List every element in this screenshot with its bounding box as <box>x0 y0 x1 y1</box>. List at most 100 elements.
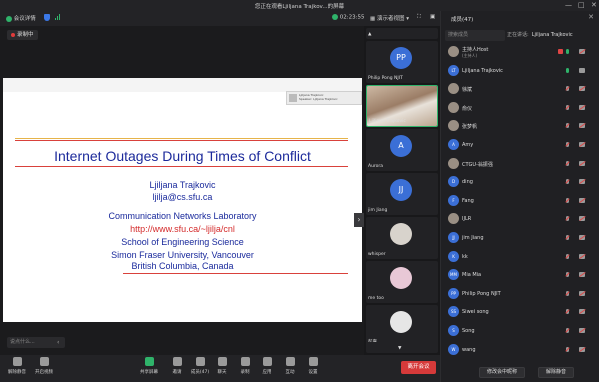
camera-off-icon[interactable] <box>579 160 585 166</box>
mic-muted-icon[interactable] <box>566 123 569 129</box>
meeting-details-button[interactable]: 会议详情 <box>6 14 36 22</box>
video-tile[interactable]: A Aurora <box>366 129 438 171</box>
camera-off-icon[interactable] <box>579 142 585 147</box>
participant-row[interactable]: MM Mia Mia <box>441 268 599 282</box>
timer-icon <box>332 14 338 20</box>
video-tile[interactable]: JJ jim Jiang <box>366 173 438 215</box>
video-tile[interactable]: whisper <box>366 217 438 259</box>
presentation-slide: Ljiljana Trajkovic Speaker: Ljiljana Tra… <box>3 78 362 322</box>
participant-row[interactable]: A Amy <box>441 138 599 152</box>
mic-icon[interactable] <box>566 67 569 73</box>
camera-off-icon[interactable] <box>579 253 585 259</box>
toolbar-button-2[interactable]: 共享屏幕 <box>138 357 160 375</box>
video-tile-scroll-down[interactable]: ▼ <box>366 342 438 353</box>
avatar: JJ <box>448 232 459 243</box>
participant-row[interactable]: 俞仪 <box>441 101 599 115</box>
camera-off-icon[interactable] <box>579 86 585 92</box>
maximize-icon[interactable]: □ <box>578 1 585 9</box>
mic-muted-icon[interactable] <box>566 309 569 315</box>
mic-muted-icon[interactable] <box>566 290 569 296</box>
minimize-icon[interactable]: — <box>565 1 572 9</box>
participant-name: 主持人Host (主持人) <box>462 46 488 59</box>
mic-muted-icon[interactable] <box>566 104 569 110</box>
mic-muted-icon[interactable] <box>566 346 569 352</box>
mic-icon[interactable] <box>566 49 569 54</box>
fullscreen-icon[interactable]: ⛶ <box>417 14 421 21</box>
video-tile-collapse[interactable]: ▲ <box>366 28 438 39</box>
participant-row[interactable]: IJLR <box>441 212 599 226</box>
participant-name: 张梦帆 <box>462 123 477 130</box>
recording-dot-icon <box>11 32 15 37</box>
participant-name-text: jim Jiang <box>462 235 484 241</box>
unmute-all-button[interactable]: 解除静音 <box>538 367 575 378</box>
mic-muted-icon[interactable] <box>566 253 569 259</box>
participant-name: kk <box>462 254 468 260</box>
close-window-icon[interactable]: ✕ <box>591 1 597 9</box>
toolbar-button-0[interactable]: 解除静音 <box>6 357 28 375</box>
toolbar-button-8[interactable]: 互动 <box>279 357 301 375</box>
participant-row[interactable]: Kkk <box>441 250 599 264</box>
camera-off-icon[interactable] <box>579 49 585 54</box>
mic-muted-icon[interactable] <box>566 86 569 92</box>
video-tile[interactable]: PP Philip Pong NJIT <box>366 41 438 83</box>
member-search-input[interactable]: 搜索成员 <box>445 30 505 41</box>
toolbar-button-1[interactable]: 开启视频 <box>33 357 55 375</box>
mic-muted-icon[interactable] <box>566 216 569 222</box>
camera-icon[interactable] <box>579 67 585 73</box>
camera-off-icon[interactable] <box>579 272 585 278</box>
mic-muted-icon[interactable] <box>566 272 569 278</box>
toolbar-button-6[interactable]: 录制 <box>234 357 256 375</box>
camera-off-icon[interactable] <box>579 346 585 352</box>
rename-button[interactable]: 修改会中昵称 <box>479 367 526 378</box>
participant-name: Song <box>462 328 475 334</box>
toolbar-button-7[interactable]: 应用 <box>256 357 278 375</box>
security-shield-icon[interactable] <box>44 14 50 21</box>
participant-row[interactable]: CTGU-翁振强 <box>441 157 599 171</box>
participant-name-text: Fang <box>462 197 474 204</box>
camera-off-icon[interactable] <box>579 216 585 222</box>
mic-muted-icon[interactable] <box>566 142 569 147</box>
mic-muted-icon[interactable] <box>566 179 569 185</box>
video-tile[interactable]: 彭嘉 <box>366 305 438 347</box>
layout-icon[interactable]: ▣ <box>430 14 435 20</box>
mic-muted-icon[interactable] <box>566 197 569 203</box>
recording-badge[interactable]: 录制中 <box>7 30 38 40</box>
toolbar-button-3[interactable]: 邀请 <box>166 357 188 375</box>
chat-collapse-icon[interactable]: ‹ <box>57 337 65 348</box>
camera-off-icon[interactable] <box>579 235 585 240</box>
mic-muted-icon[interactable] <box>566 160 569 166</box>
participant-row[interactable]: SS Siwei song <box>441 305 599 319</box>
toolbar-button-9[interactable]: 设置 <box>302 357 324 375</box>
camera-off-icon[interactable] <box>579 309 585 315</box>
close-panel-icon[interactable]: ✕ <box>588 13 594 21</box>
avatar <box>448 101 459 113</box>
camera-off-icon[interactable] <box>579 328 585 333</box>
video-tile-active-speaker[interactable]: Ljiljana Trajkovic <box>366 85 438 127</box>
camera-off-icon[interactable] <box>579 197 585 203</box>
camera-off-icon[interactable] <box>579 123 585 129</box>
camera-off-icon[interactable] <box>579 290 585 296</box>
participant-row[interactable]: 张梦帆 <box>441 119 599 133</box>
camera-off-icon[interactable] <box>579 179 585 185</box>
participant-row[interactable]: S Song <box>441 324 599 338</box>
participant-row[interactable]: JJ jim Jiang <box>441 231 599 245</box>
toolbar-button-4[interactable]: 成员(47) <box>189 357 211 375</box>
camera-off-icon[interactable] <box>579 104 585 110</box>
leave-meeting-button[interactable]: 离开会议 <box>401 361 436 374</box>
next-page-arrow-icon[interactable]: › <box>354 213 364 227</box>
participant-row[interactable]: F Fang <box>441 194 599 208</box>
participant-row[interactable]: Wwang <box>441 343 599 357</box>
participant-row[interactable]: LT Ljiljana Trajkovic <box>441 64 599 78</box>
signal-bars-icon[interactable] <box>55 14 61 21</box>
avatar <box>448 120 459 132</box>
mic-muted-icon[interactable] <box>566 328 569 333</box>
presenter-view-button[interactable]: ▦ 演示者视图 ▾ <box>370 14 409 22</box>
video-tile[interactable]: me too <box>366 261 438 303</box>
mic-muted-icon[interactable] <box>566 235 569 240</box>
participant-row[interactable]: Dding <box>441 175 599 189</box>
participant-row[interactable]: 徐斌 <box>441 82 599 96</box>
participant-row[interactable]: 主持人Host (主持人) <box>441 45 599 59</box>
participant-row[interactable]: PP Philip Pong NJIT <box>441 287 599 301</box>
slide-author: Ljiljana Trajkovic <box>149 180 216 190</box>
toolbar-button-5[interactable]: 聊天 <box>211 357 233 375</box>
